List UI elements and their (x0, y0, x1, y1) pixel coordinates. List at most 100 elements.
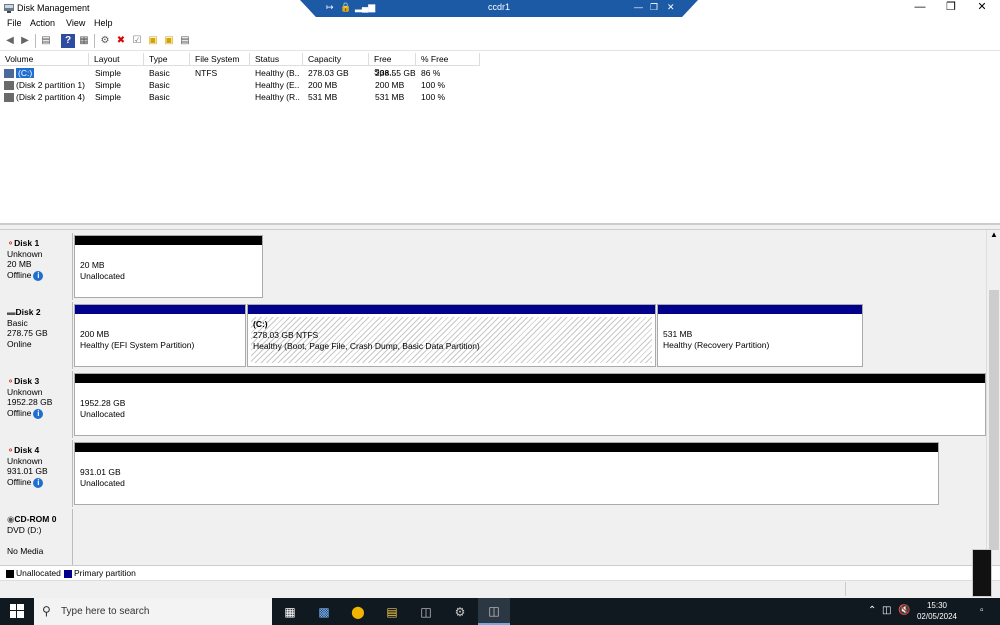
remote-restore-icon[interactable]: ❐ (650, 2, 658, 13)
partition-status: Healthy (Boot, Page File, Crash Dump, Ba… (253, 341, 480, 351)
menu-action[interactable]: Action (30, 18, 55, 28)
remote-host-name: ccdr1 (488, 2, 511, 12)
menu-view[interactable]: View (66, 18, 85, 28)
disk-graphical-view: ⚬Disk 1 Unknown 20 MB Offline i 20 MB Una… (0, 230, 986, 565)
info-icon[interactable]: i (33, 408, 44, 419)
pin-icon[interactable]: ↦ (326, 2, 334, 13)
restore-button[interactable]: ❐ (936, 0, 966, 16)
new-folder-icon[interactable]: ▣ (146, 34, 160, 48)
free-space-cell: 200 MB (375, 80, 405, 90)
partition-status: Unallocated (80, 478, 125, 488)
status-bar (0, 549, 1000, 598)
unallocated-bar (75, 374, 985, 383)
capacity-cell: 278.03 GB (308, 68, 349, 78)
volume-muted-icon[interactable]: 🔇 (898, 605, 910, 616)
forward-icon[interactable]: ▶ (18, 34, 32, 48)
minimize-button[interactable]: — (905, 0, 935, 16)
resize-grip[interactable] (972, 549, 992, 597)
network-icon[interactable]: ◫ (882, 605, 891, 616)
volume-name: (C:) (16, 68, 35, 78)
disk-1-label[interactable]: ⚬Disk 1 Unknown 20 MB Offline i (0, 233, 73, 300)
partition-status: Healthy (Recovery Partition) (663, 340, 770, 350)
chrome-icon[interactable]: ⬤ (342, 598, 374, 625)
percent-free-cell: 100 % (421, 80, 446, 90)
volume-name: (Disk 2 partition 1) (16, 80, 85, 90)
scrollbar-thumb[interactable] (989, 290, 999, 550)
close-button[interactable]: ✕ (967, 0, 997, 16)
disk-icon: ▬ (7, 307, 16, 317)
toolbar: ◀ ▶ ▤ ? ▦ ⚙ ✖ ☑ ▣ ▣ ▤ (0, 31, 1000, 51)
partition-size: 531 MB (663, 329, 693, 339)
column-header-type[interactable]: Type (144, 53, 190, 66)
help-icon[interactable]: ? (61, 34, 75, 48)
taskbar-clock[interactable]: 15:30 02/05/2024 (912, 600, 962, 622)
tray-chevron-icon[interactable]: ⌃ (868, 605, 876, 616)
admin-tools-icon[interactable]: ⚙ (444, 598, 476, 625)
column-header-percent-free[interactable]: % Free (416, 53, 480, 66)
connect-icon[interactable]: ⚙ (98, 34, 112, 48)
free-space-cell: 531 MB (375, 92, 405, 102)
info-icon[interactable]: i (33, 477, 44, 488)
drive-icon (4, 93, 14, 102)
taskbar-search-box[interactable]: ⚲ Type here to search (34, 598, 272, 625)
partition[interactable]: 931.01 GB Unallocated (74, 442, 939, 505)
partition-label: (C:) (253, 319, 268, 329)
menu-bar: File Action View Help (0, 16, 1000, 31)
partition[interactable]: 1952.28 GB Unallocated (74, 373, 986, 436)
column-header-free-space[interactable]: Free Spa... (369, 53, 416, 77)
delete-icon[interactable]: ✖ (114, 34, 128, 48)
scroll-up-icon[interactable]: ▲ (990, 230, 998, 239)
notification-icon[interactable]: ▫ (980, 605, 984, 616)
check-icon[interactable]: ☑ (130, 34, 144, 48)
windows-start-icon[interactable] (10, 604, 24, 618)
column-header-capacity[interactable]: Capacity (303, 53, 369, 66)
menu-file[interactable]: File (7, 18, 22, 28)
server-manager-icon[interactable]: ▩ (308, 598, 340, 625)
volume-list: Volume Layout Type File System Status Ca… (0, 53, 1000, 224)
file-explorer-icon[interactable]: ▤ (376, 598, 408, 625)
properties-icon[interactable]: ▤ (39, 34, 53, 48)
disk-3-label[interactable]: ⚬Disk 3 Unknown 1952.28 GB Offline i (0, 371, 73, 438)
column-header-volume[interactable]: Volume (0, 53, 89, 66)
partition-body: 1952.28 GB Unallocated (78, 386, 982, 432)
type-cell: Basic (149, 80, 170, 90)
remote-close-icon[interactable]: ✕ (667, 2, 675, 13)
search-folder-icon[interactable]: ▣ (162, 34, 176, 48)
disk-state: Offline (7, 269, 32, 280)
remote-minimize-icon[interactable]: — (634, 2, 643, 12)
type-cell: Basic (149, 92, 170, 102)
column-header-file-system[interactable]: File System (190, 53, 250, 66)
back-icon[interactable]: ◀ (3, 34, 17, 48)
partition-status: Healthy (EFI System Partition) (80, 340, 195, 350)
partition[interactable]: 200 MB Healthy (EFI System Partition) (74, 304, 246, 367)
primary-swatch (64, 570, 72, 578)
toolbar-separator (94, 34, 95, 48)
disk-size: 931.01 GB (7, 466, 48, 476)
list-icon[interactable]: ▤ (178, 34, 192, 48)
view-icon[interactable]: ▦ (77, 34, 91, 48)
partition-body: 931.01 GB Unallocated (78, 455, 935, 501)
partition-body: 200 MB Healthy (EFI System Partition) (78, 317, 242, 363)
column-header-layout[interactable]: Layout (89, 53, 144, 66)
partition-body: 531 MB Healthy (Recovery Partition) (661, 317, 859, 363)
disk-management-icon (4, 4, 14, 13)
vertical-scrollbar[interactable]: ▲ (986, 230, 1000, 565)
info-icon[interactable]: i (33, 270, 44, 281)
drive-icon (4, 81, 14, 90)
partition-status: Unallocated (80, 409, 125, 419)
disk-management-taskbar-icon[interactable]: ◫ (478, 598, 510, 625)
disk-2-label[interactable]: ▬Disk 2 Basic 278.75 GB Online (0, 302, 73, 369)
column-header-status[interactable]: Status (250, 53, 303, 66)
disk-name: Disk 3 (14, 376, 40, 386)
menu-help[interactable]: Help (94, 18, 113, 28)
disk-type: DVD (D:) (7, 524, 42, 535)
task-view-icon[interactable]: ▦ (274, 598, 306, 625)
disk-4-label[interactable]: ⚬Disk 4 Unknown 931.01 GB Offline i (0, 440, 73, 507)
computer-management-icon[interactable]: ◫ (410, 598, 442, 625)
cdrom-0-label[interactable]: ◉CD-ROM 0 DVD (D:) No Media (0, 509, 73, 565)
partition[interactable]: 20 MB Unallocated (74, 235, 263, 298)
partition-c[interactable]: (C:) 278.03 GB NTFS Healthy (Boot, Page … (247, 304, 656, 367)
capacity-cell: 200 MB (308, 80, 338, 90)
status-cell: Healthy (R... (255, 92, 300, 102)
partition[interactable]: 531 MB Healthy (Recovery Partition) (657, 304, 863, 367)
